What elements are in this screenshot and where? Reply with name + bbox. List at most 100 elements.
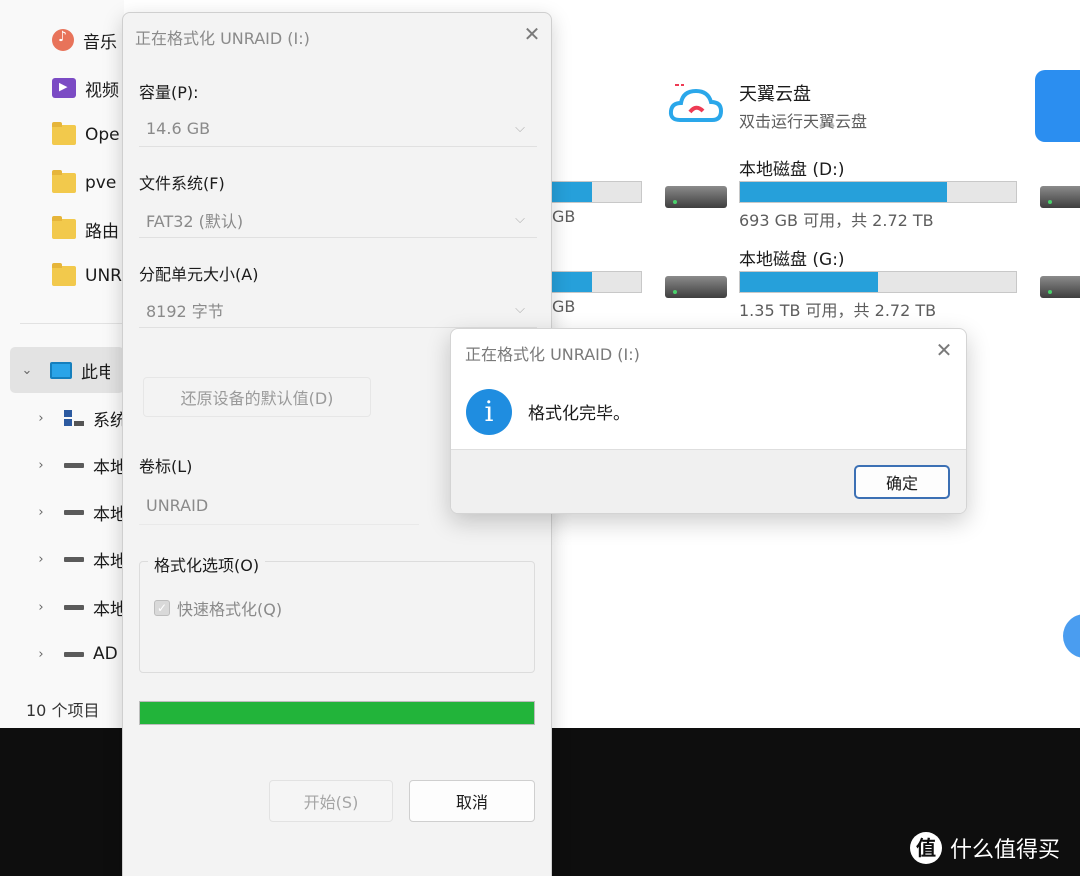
video-icon <box>52 78 76 98</box>
nav-item-folder-pve[interactable]: pve <box>52 168 124 198</box>
cloud-app-name[interactable]: 天翼云盘 <box>739 80 811 106</box>
nav-item-folder-router[interactable]: 路由 <box>52 214 124 244</box>
watermark-logo-icon: 值 <box>910 832 942 864</box>
drive-usage-bar <box>739 181 1017 203</box>
floating-action-button[interactable] <box>1063 614 1080 658</box>
tree-item-local-disk[interactable]: › 本地 <box>34 497 124 527</box>
tree-item-ad[interactable]: › AD <box>34 639 124 669</box>
format-options-group: 格式化选项(O) ✓ 快速格式化(Q) <box>139 552 535 673</box>
info-icon: i <box>466 389 512 435</box>
filesystem-value: FAT32 (默认) <box>146 211 244 231</box>
tree-item-local-disk[interactable]: › 本地 <box>34 450 124 480</box>
allocation-size-label: 分配单元大小(A) <box>139 265 259 284</box>
message-text: 格式化完毕。 <box>528 404 630 424</box>
cloud-drive-icon <box>668 84 724 122</box>
allocation-size-value: 8192 字节 <box>146 301 224 321</box>
format-complete-message-box: 正在格式化 UNRAID (I:) ✕ i 格式化完毕。 确定 <box>450 328 967 514</box>
tree-item-label: 本地 <box>93 551 124 572</box>
tree-item-local-disk[interactable]: › 本地 <box>34 592 124 622</box>
nav-item-label: pve <box>85 173 117 193</box>
drive-icon <box>64 651 84 657</box>
drive-name[interactable]: 本地磁盘 (D:) <box>739 155 845 180</box>
nav-item-label: 音乐 <box>83 32 117 53</box>
hard-drive-icon <box>1040 186 1080 208</box>
folder-icon <box>52 122 76 145</box>
pc-icon <box>50 361 72 379</box>
tree-item-label: 本地 <box>93 457 124 478</box>
drive-free-text: GB <box>552 207 576 226</box>
volume-label-label: 卷标(L) <box>139 457 193 476</box>
format-options-label: 格式化选项(O) <box>148 552 266 576</box>
close-icon[interactable]: ✕ <box>519 21 545 47</box>
tree-item-label: 本地 <box>93 504 124 525</box>
folder-icon <box>52 263 76 286</box>
nav-item-videos[interactable]: 视频 <box>52 73 124 103</box>
checkbox-checked-icon: ✓ <box>154 600 170 616</box>
close-icon[interactable]: ✕ <box>931 337 957 363</box>
drive-icon <box>64 556 84 562</box>
filesystem-select[interactable]: FAT32 (默认) ⌵ <box>139 202 537 238</box>
folder-icon <box>52 216 76 239</box>
chevron-right-icon[interactable]: › <box>34 552 48 567</box>
filesystem-label: 文件系统(F) <box>139 174 225 193</box>
drive-free-text: GB <box>552 297 576 316</box>
tree-item-label: 本地 <box>93 599 124 620</box>
chevron-down-icon: ⌵ <box>515 302 525 317</box>
nav-item-label: UNR <box>85 266 122 286</box>
format-progress-fill <box>140 702 534 724</box>
item-count-status: 10 个项目 <box>26 701 100 720</box>
capacity-select[interactable]: 14.6 GB ⌵ <box>139 111 537 147</box>
message-box-title: 正在格式化 UNRAID (I:) <box>465 345 640 364</box>
nav-item-label: Ope <box>85 125 120 145</box>
drive-icon <box>64 509 84 515</box>
navigation-pane: 音乐 视频 Ope pve 路由 UNR ⌄ 此电 › <box>0 0 124 728</box>
capacity-value: 14.6 GB <box>146 119 211 138</box>
quick-format-label: 快速格式化(Q) <box>177 600 283 619</box>
tree-item-local-disk[interactable]: › 本地 <box>34 544 124 574</box>
hard-drive-icon <box>665 186 727 208</box>
restore-defaults-button[interactable]: 还原设备的默认值(D) <box>143 377 371 417</box>
tree-item-this-pc[interactable]: ⌄ 此电 <box>20 355 110 385</box>
bird-app-icon[interactable] <box>1035 70 1080 142</box>
cloud-app-subtitle: 双击运行天翼云盘 <box>739 112 868 131</box>
drive-free-text: 1.35 TB 可用，共 2.72 TB <box>739 301 937 320</box>
capacity-label: 容量(P): <box>139 83 199 102</box>
folder-icon <box>52 170 76 193</box>
nav-item-folder-unraid[interactable]: UNR <box>52 261 124 291</box>
quick-format-checkbox[interactable]: ✓ 快速格式化(Q) <box>154 596 282 620</box>
chevron-down-icon: ⌵ <box>515 121 525 136</box>
start-button[interactable]: 开始(S) <box>269 780 393 822</box>
drive-usage-fill <box>740 272 878 292</box>
drive-usage-bar <box>542 271 642 293</box>
cancel-button[interactable]: 取消 <box>409 780 535 822</box>
drive-free-text: 693 GB 可用，共 2.72 TB <box>739 211 934 230</box>
chevron-right-icon[interactable]: › <box>34 505 48 520</box>
drive-icon <box>64 604 84 610</box>
drive-icon <box>64 462 84 468</box>
system-icon <box>64 410 84 426</box>
nav-item-folder-ope[interactable]: Ope <box>52 120 124 150</box>
chevron-right-icon[interactable]: › <box>34 647 48 662</box>
watermark-text: 什么值得买 <box>950 838 1061 863</box>
chevron-down-icon[interactable]: ⌄ <box>20 363 34 378</box>
tree-item-system[interactable]: › 系统 <box>34 403 124 433</box>
chevron-right-icon[interactable]: › <box>34 458 48 473</box>
ok-button[interactable]: 确定 <box>854 465 950 499</box>
dialog-title: 正在格式化 UNRAID (I:) <box>135 29 310 48</box>
tree-item-label: 此电 <box>81 362 110 383</box>
chevron-right-icon[interactable]: › <box>34 600 48 615</box>
hard-drive-icon <box>1040 276 1080 298</box>
drive-usage-bar <box>739 271 1017 293</box>
chevron-right-icon[interactable]: › <box>34 411 48 426</box>
drive-usage-fill <box>740 182 947 202</box>
nav-item-music[interactable]: 音乐 <box>52 25 124 55</box>
volume-label-input[interactable]: UNRAID <box>139 487 419 525</box>
format-progress-bar <box>139 701 535 725</box>
chevron-down-icon: ⌵ <box>515 212 525 227</box>
drive-name[interactable]: 本地磁盘 (G:) <box>739 245 845 270</box>
tree-item-label: 系统 <box>93 410 124 431</box>
hard-drive-icon <box>665 276 727 298</box>
allocation-size-select[interactable]: 8192 字节 ⌵ <box>139 292 537 328</box>
watermark: 值 什么值得买 <box>910 832 1060 864</box>
nav-item-label: 视频 <box>85 80 119 101</box>
